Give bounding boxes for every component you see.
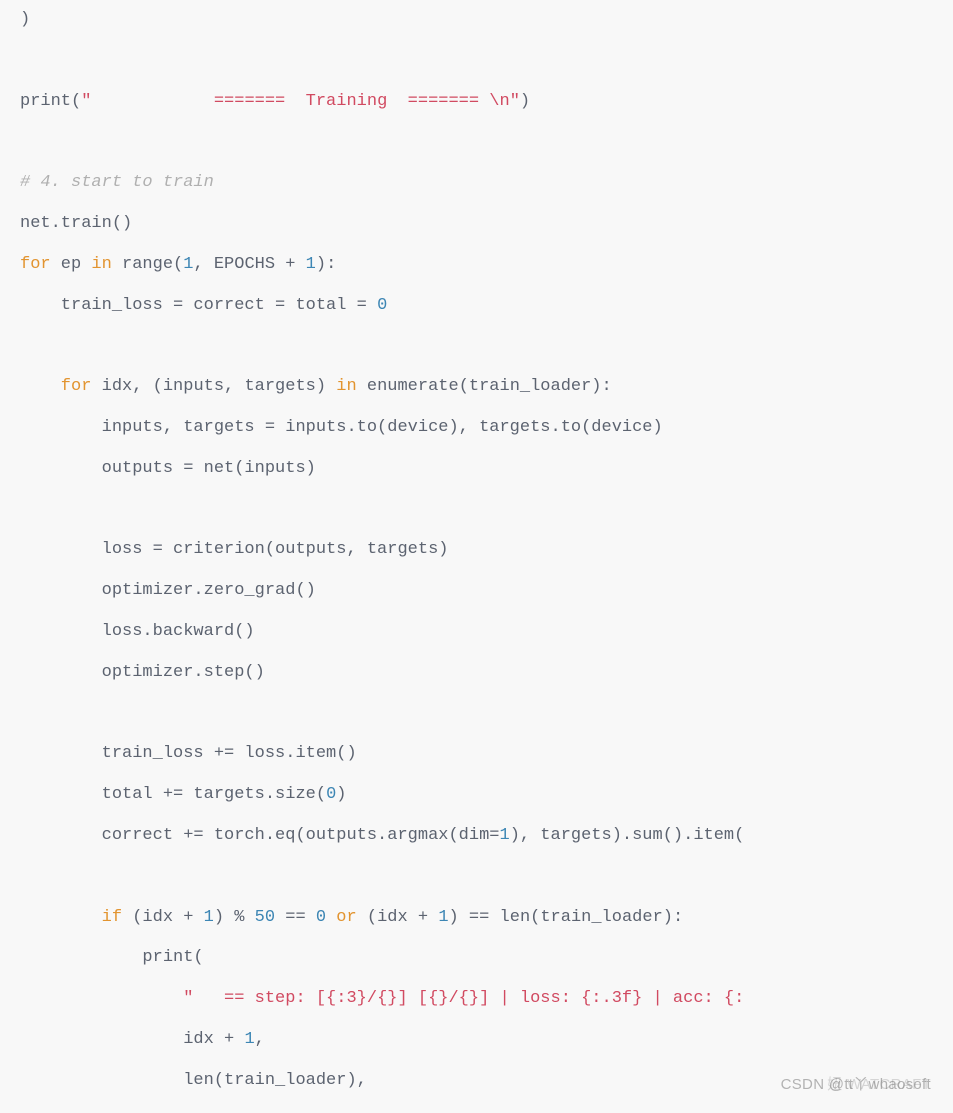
code-line: len(train_loader), <box>20 1071 367 1090</box>
code-line: " == step: [{:3}/{}] [{}/{}] | loss: {:.… <box>20 989 744 1008</box>
code-line: outputs = net(inputs) <box>20 459 316 478</box>
code-line: total += targets.size(0) <box>20 785 346 804</box>
code-line: if (idx + 1) % 50 == 0 or (idx + 1) == l… <box>20 908 683 927</box>
code-comment: # 4. start to train <box>20 173 214 192</box>
code-line: correct += torch.eq(outputs.argmax(dim=1… <box>20 826 744 845</box>
code-line: net.train() <box>20 214 132 233</box>
code-line: optimizer.step() <box>20 663 265 682</box>
code-block: ) print(" ======= Training ======= \n") … <box>0 0 953 1102</box>
code-line: for idx, (inputs, targets) in enumerate(… <box>20 377 612 396</box>
code-line: print(" ======= Training ======= \n") <box>20 92 530 111</box>
code-line: train_loss += loss.item() <box>20 744 357 763</box>
watermark-text: CSDN @tt丫whaosoft <box>781 1067 931 1103</box>
code-line: idx + 1, <box>20 1030 265 1049</box>
code-line: loss.backward() <box>20 622 255 641</box>
code-line: loss = criterion(outputs, targets) <box>20 540 448 559</box>
code-line: inputs, targets = inputs.to(device), tar… <box>20 418 663 437</box>
code-line: print( <box>20 948 204 967</box>
code-line: for ep in range(1, EPOCHS + 1): <box>20 255 336 274</box>
code-line: optimizer.zero_grad() <box>20 581 316 600</box>
code-line: ) <box>20 10 30 29</box>
code-line: train_loss = correct = total = 0 <box>20 296 387 315</box>
